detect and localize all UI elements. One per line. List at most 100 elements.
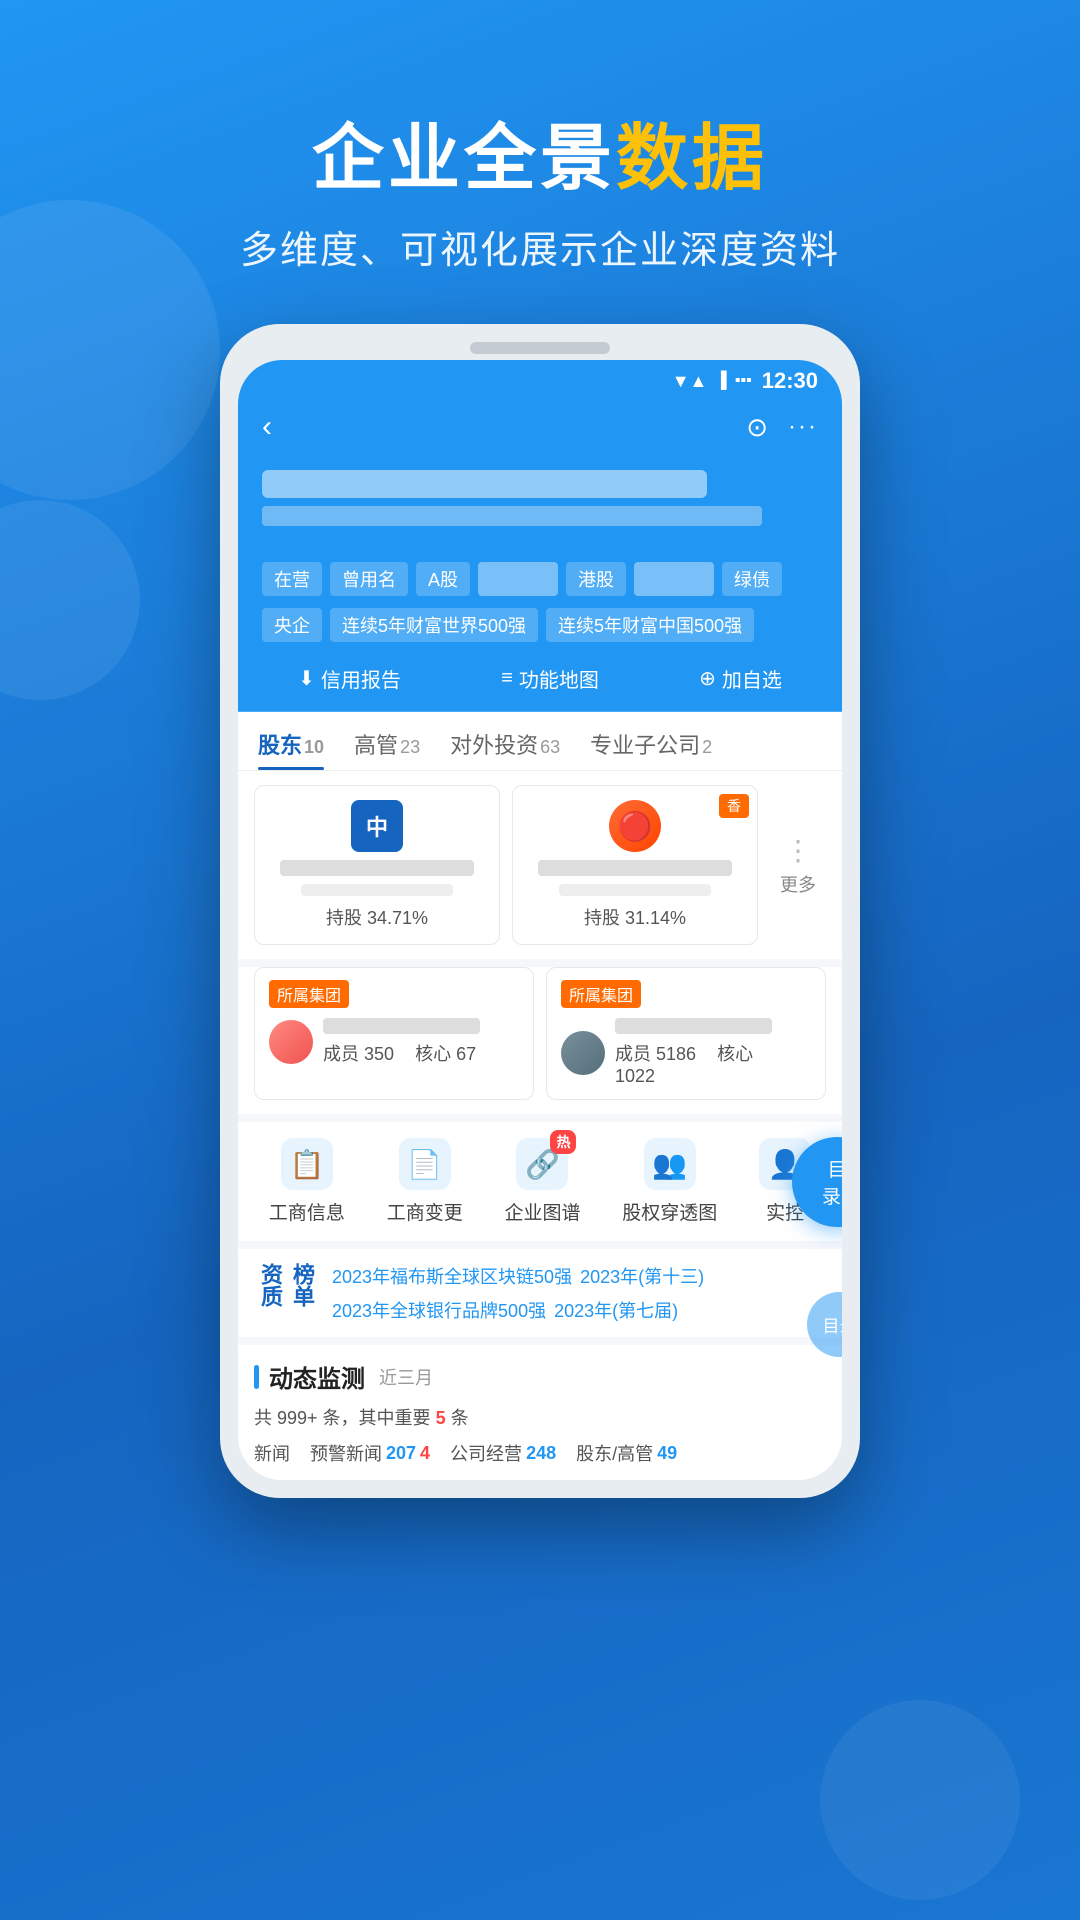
battery-icon: ▪▪▪ (735, 372, 752, 390)
sh-avatar-1: 中 (351, 800, 403, 852)
sh-sub-1 (301, 884, 452, 896)
group-avatar-2 (561, 1031, 605, 1075)
back-button[interactable]: ‹ (262, 410, 272, 444)
company-sub1 (262, 506, 762, 526)
group-card-1[interactable]: 所属集团 成员 350 核心 67 (254, 967, 534, 1100)
dongtai-row: 新闻 预警新闻 207 4 公司经营 248 股东/高管 (254, 1440, 826, 1466)
map-label: 功能地图 (519, 664, 599, 693)
dongtai-bar (254, 1365, 259, 1389)
company-name (262, 470, 707, 498)
business-change-label: 工商变更 (387, 1198, 463, 1225)
dongtai-period: 近三月 (379, 1364, 433, 1390)
shareholder-card-2[interactable]: 香 🔴 持股 31.14% (512, 785, 758, 945)
action-row: ⬇ 信用报告 ≡ 功能地图 ⊕ 加自选 (238, 654, 842, 712)
function-map-btn[interactable]: ≡ 功能地图 (501, 664, 599, 693)
tags-row-2: 央企 连续5年财富世界500强 连续5年财富中国500强 (238, 604, 842, 654)
dongtai-header: 动态监测 近三月 (254, 1359, 826, 1394)
bottom-decoration (820, 1700, 1020, 1900)
dongtai-title: 动态监测 (269, 1359, 365, 1394)
business-info-icon: 📋 (281, 1138, 333, 1190)
icon-enterprise-map[interactable]: 🔗 热 企业图谱 (504, 1138, 580, 1225)
bangdan-links: 2023年福布斯全球区块链50强 2023年(第十三) 2023年全球银行品牌5… (332, 1263, 826, 1323)
title-part1: 企业全景 (312, 119, 616, 199)
tag-a-stock-val (478, 562, 558, 596)
group-info-2: 成员 5186 核心 1022 (615, 1018, 811, 1087)
group-avatar-1 (269, 1020, 313, 1064)
company-section (238, 460, 842, 550)
shareholder-card-1[interactable]: 中 持股 34.71% (254, 785, 500, 945)
add-icon: ⊕ (699, 666, 716, 691)
group-tag-2: 所属集团 (561, 980, 641, 1008)
bangdan-title-vertical: 榜单资质 (254, 1263, 318, 1323)
tag-a-stock[interactable]: A股 (416, 562, 470, 596)
tab-investment[interactable]: 对外投资63 (450, 728, 560, 770)
tab-shareholder[interactable]: 股东10 (258, 728, 324, 770)
tag-fortune-world[interactable]: 连续5年财富世界500强 (330, 608, 538, 642)
signal-icon: ▐ (715, 372, 726, 390)
sh-sub-2 (559, 884, 710, 896)
tag-yangqi[interactable]: 央企 (262, 608, 322, 642)
tag-zaying[interactable]: 在营 (262, 562, 322, 596)
sh-name-2 (538, 860, 732, 876)
tags-row-1: 在营 曾用名 A股 港股 绿债 (238, 550, 842, 604)
map-icon: ≡ (501, 667, 513, 690)
enterprise-map-icon: 🔗 热 (516, 1138, 568, 1190)
enterprise-map-label: 企业图谱 (504, 1198, 580, 1225)
tag-lvzhai[interactable]: 绿债 (722, 562, 782, 596)
icon-business-info[interactable]: 📋 工商信息 (269, 1138, 345, 1225)
tag-fortune-china[interactable]: 连续5年财富中国500强 (546, 608, 754, 642)
sh-percent-1: 持股 34.71% (326, 904, 428, 930)
icon-business-change[interactable]: 📄 工商变更 (387, 1138, 463, 1225)
phone-wrapper: ▼▲ ▐ ▪▪▪ 12:30 ‹ ⊙ ··· 在营 (0, 324, 1080, 1498)
group-name-2 (615, 1018, 772, 1034)
status-icons: ▼▲ ▐ ▪▪▪ (672, 371, 752, 392)
search-button[interactable]: ⊙ (746, 412, 768, 443)
bangdan-link-3[interactable]: 2023年全球银行品牌500强 (332, 1297, 546, 1323)
float-btn-label: 目 (827, 1155, 842, 1182)
credit-icon: ⬇ (298, 666, 315, 691)
equity-label: 股权穿透图 (622, 1198, 717, 1225)
credit-label: 信用报告 (321, 664, 401, 693)
tag-zengyongming[interactable]: 曾用名 (330, 562, 408, 596)
sh-avatar-2: 🔴 (609, 800, 661, 852)
status-bar: ▼▲ ▐ ▪▪▪ 12:30 (238, 360, 842, 402)
nav-actions: ⊙ ··· (746, 412, 818, 443)
group-card-2[interactable]: 所属集团 成员 5186 核心 1022 (546, 967, 826, 1100)
bangdan-link-1[interactable]: 2023年福布斯全球区块链50强 (332, 1263, 572, 1289)
credit-report-btn[interactable]: ⬇ 信用报告 (298, 664, 401, 693)
phone-notch (470, 342, 610, 354)
phone-outer: ▼▲ ▐ ▪▪▪ 12:30 ‹ ⊙ ··· 在营 (220, 324, 860, 1498)
bangdan-inner: 榜单资质 2023年福布斯全球区块链50强 2023年(第十三) 2023年全球… (254, 1263, 826, 1323)
status-time: 12:30 (762, 368, 818, 394)
shareholders-grid: 中 持股 34.71% 香 🔴 持股 31.14% (238, 771, 842, 959)
wifi-icon: ▼▲ (672, 371, 708, 392)
tag-h-stock[interactable]: 港股 (566, 562, 626, 596)
add-watchlist-btn[interactable]: ⊕ 加自选 (699, 664, 782, 693)
business-info-label: 工商信息 (269, 1198, 345, 1225)
dongtai-executives: 股东/高管 49 (576, 1440, 677, 1466)
hot-badge: 热 (550, 1130, 576, 1154)
phone-notch-area (238, 342, 842, 354)
dongtai-count: 共 999+ 条，其中重要 5 条 (254, 1404, 826, 1430)
icons-row: 📋 工商信息 📄 工商变更 🔗 热 企业图谱 (238, 1122, 842, 1241)
group-inner-2: 成员 5186 核心 1022 (561, 1018, 811, 1087)
group-name-1 (323, 1018, 480, 1034)
tag-h-stock-val (634, 562, 714, 596)
header-section: 企业全景数据 多维度、可视化展示企业深度资料 (0, 0, 1080, 314)
more-button[interactable]: ··· (788, 413, 818, 441)
header-title: 企业全景数据 (0, 120, 1080, 199)
bangdan-link-2[interactable]: 2023年(第十三) (580, 1263, 704, 1289)
sh-more-btn[interactable]: ⋮ 更多 (770, 785, 826, 945)
group-tag-1: 所属集团 (269, 980, 349, 1008)
more-icon: ⋮ (784, 834, 812, 867)
icon-equity[interactable]: 👥 股权穿透图 (622, 1138, 717, 1225)
title-part2: 数据 (616, 119, 768, 199)
group-row: 所属集团 成员 350 核心 67 (238, 967, 842, 1114)
bangdan-link-4[interactable]: 2023年(第七届) (554, 1297, 678, 1323)
group-stats-2: 成员 5186 核心 1022 (615, 1040, 811, 1087)
equity-icon: 👥 (644, 1138, 696, 1190)
group-stats-1: 成员 350 核心 67 (323, 1040, 519, 1066)
tab-subsidiary[interactable]: 专业子公司2 (590, 728, 712, 770)
hong-kong-tag: 香 (719, 794, 749, 818)
tab-executive[interactable]: 高管23 (354, 728, 420, 770)
